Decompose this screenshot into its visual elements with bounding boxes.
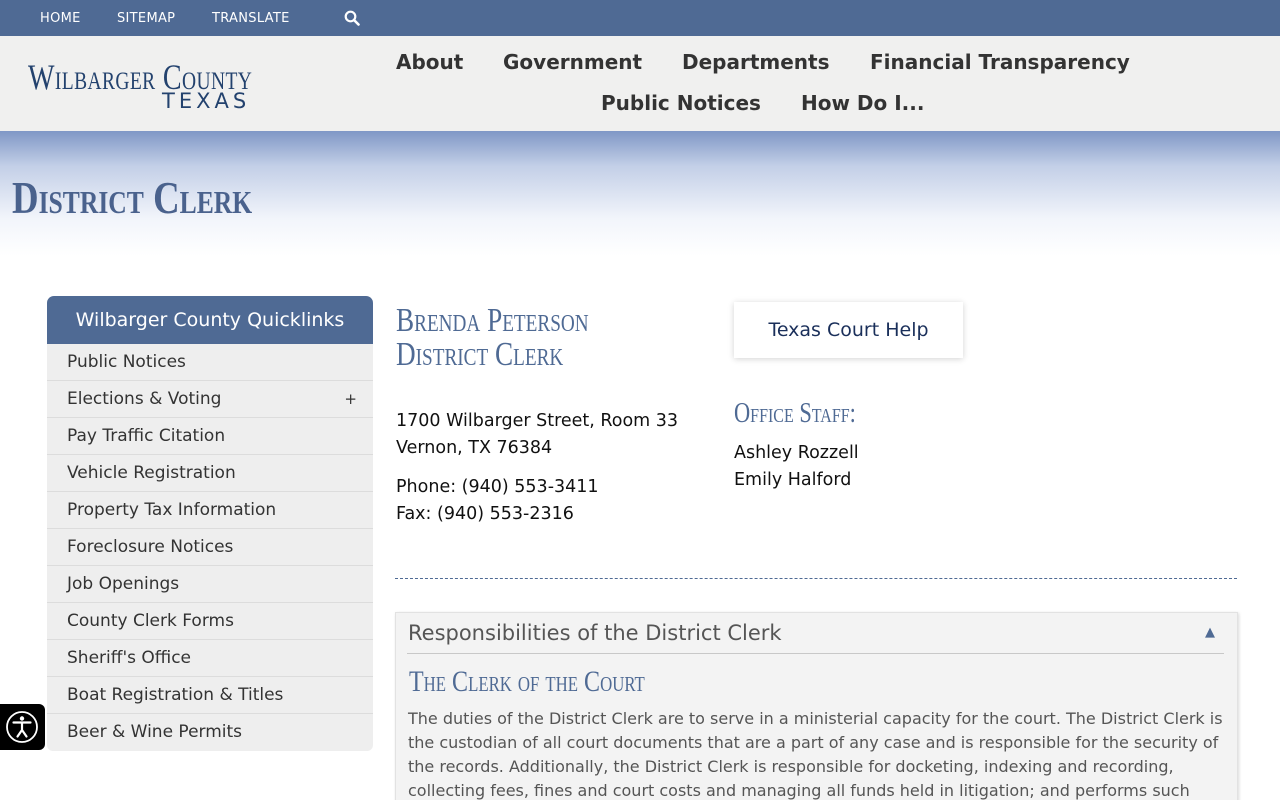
sidebar-item-label: County Clerk Forms bbox=[67, 611, 234, 631]
contact-heading: Brenda Peterson District Clerk bbox=[396, 304, 589, 372]
phone-number[interactable]: Phone: (940) 553-3411 bbox=[396, 477, 599, 497]
contact-name: Brenda Peterson bbox=[396, 302, 589, 339]
nav-how-do-i[interactable]: How Do I... bbox=[801, 91, 924, 115]
section-divider bbox=[395, 578, 1237, 579]
top-utility-bar: HOME SITEMAP TRANSLATE bbox=[0, 0, 1280, 36]
accessibility-button[interactable] bbox=[0, 704, 45, 750]
accordion-header[interactable]: Responsibilities of the District Clerk bbox=[408, 621, 782, 645]
site-header: Wilbarger County TEXAS About Government … bbox=[0, 36, 1280, 131]
logo-state: TEXAS bbox=[162, 89, 251, 113]
sidebar-item-label: Public Notices bbox=[67, 352, 186, 372]
sidebar-item-foreclosure-notices[interactable]: Foreclosure Notices bbox=[47, 529, 373, 566]
sidebar-item-label: Boat Registration & Titles bbox=[67, 685, 284, 705]
nav-financial-transparency[interactable]: Financial Transparency bbox=[870, 50, 1130, 74]
quicklinks-heading: Wilbarger County Quicklinks bbox=[47, 296, 373, 344]
sidebar-item-vehicle-registration[interactable]: Vehicle Registration bbox=[47, 455, 373, 492]
staff-member: Ashley Rozzell bbox=[734, 443, 859, 463]
sitemap-link[interactable]: SITEMAP bbox=[117, 11, 175, 26]
sidebar-item-property-tax[interactable]: Property Tax Information bbox=[47, 492, 373, 529]
accordion-body-text: The duties of the District Clerk are to … bbox=[408, 709, 1223, 800]
page-title: District Clerk bbox=[12, 172, 253, 223]
address-line-1: 1700 Wilbarger Street, Room 33 bbox=[396, 411, 679, 431]
nav-public-notices[interactable]: Public Notices bbox=[601, 91, 761, 115]
collapse-arrow-icon[interactable]: ▲ bbox=[1205, 625, 1215, 640]
sidebar-item-label: Vehicle Registration bbox=[67, 463, 236, 483]
page-banner: District Clerk bbox=[0, 131, 1280, 256]
home-link[interactable]: HOME bbox=[40, 11, 81, 26]
sidebar-item-public-notices[interactable]: Public Notices bbox=[47, 344, 373, 381]
sidebar-item-boat-registration[interactable]: Boat Registration & Titles bbox=[47, 677, 373, 714]
sidebar-item-county-clerk-forms[interactable]: County Clerk Forms bbox=[47, 603, 373, 640]
sidebar-item-label: Job Openings bbox=[67, 574, 180, 594]
accordion-divider bbox=[407, 653, 1224, 654]
sidebar-item-pay-traffic-citation[interactable]: Pay Traffic Citation bbox=[47, 418, 373, 455]
search-icon[interactable] bbox=[344, 10, 360, 26]
accessibility-icon bbox=[6, 711, 38, 743]
nav-about[interactable]: About bbox=[396, 50, 463, 74]
texas-court-help-button[interactable]: Texas Court Help bbox=[734, 302, 963, 358]
fax-number: Fax: (940) 553-2316 bbox=[396, 504, 574, 524]
responsibilities-accordion: Responsibilities of the District Clerk ▲… bbox=[395, 612, 1238, 800]
sidebar-item-label: Sheriff's Office bbox=[67, 648, 192, 668]
sidebar-item-label: Property Tax Information bbox=[67, 500, 277, 520]
sidebar-item-label: Elections & Voting bbox=[67, 389, 222, 409]
contact-role: District Clerk bbox=[396, 336, 564, 373]
sidebar-item-elections-voting[interactable]: Elections & Voting + bbox=[47, 381, 373, 418]
expand-icon[interactable]: + bbox=[344, 381, 357, 417]
nav-departments[interactable]: Departments bbox=[682, 50, 830, 74]
sidebar-item-label: Foreclosure Notices bbox=[67, 537, 234, 557]
address-line-2: Vernon, TX 76384 bbox=[396, 438, 553, 458]
quicklinks-sidebar: Wilbarger County Quicklinks Public Notic… bbox=[47, 296, 373, 751]
sidebar-item-beer-wine-permits[interactable]: Beer & Wine Permits bbox=[47, 714, 373, 751]
sidebar-item-job-openings[interactable]: Job Openings bbox=[47, 566, 373, 603]
nav-government[interactable]: Government bbox=[503, 50, 642, 74]
county-logo[interactable]: Wilbarger County TEXAS bbox=[28, 56, 258, 116]
sidebar-item-label: Pay Traffic Citation bbox=[67, 426, 226, 446]
staff-member: Emily Halford bbox=[734, 470, 852, 490]
office-staff-heading: Office Staff: bbox=[734, 398, 856, 429]
sidebar-item-label: Beer & Wine Permits bbox=[67, 722, 243, 742]
accordion-subtitle: The Clerk of the Court bbox=[409, 665, 645, 698]
sidebar-item-sheriffs-office[interactable]: Sheriff's Office bbox=[47, 640, 373, 677]
translate-link[interactable]: TRANSLATE bbox=[212, 11, 290, 26]
